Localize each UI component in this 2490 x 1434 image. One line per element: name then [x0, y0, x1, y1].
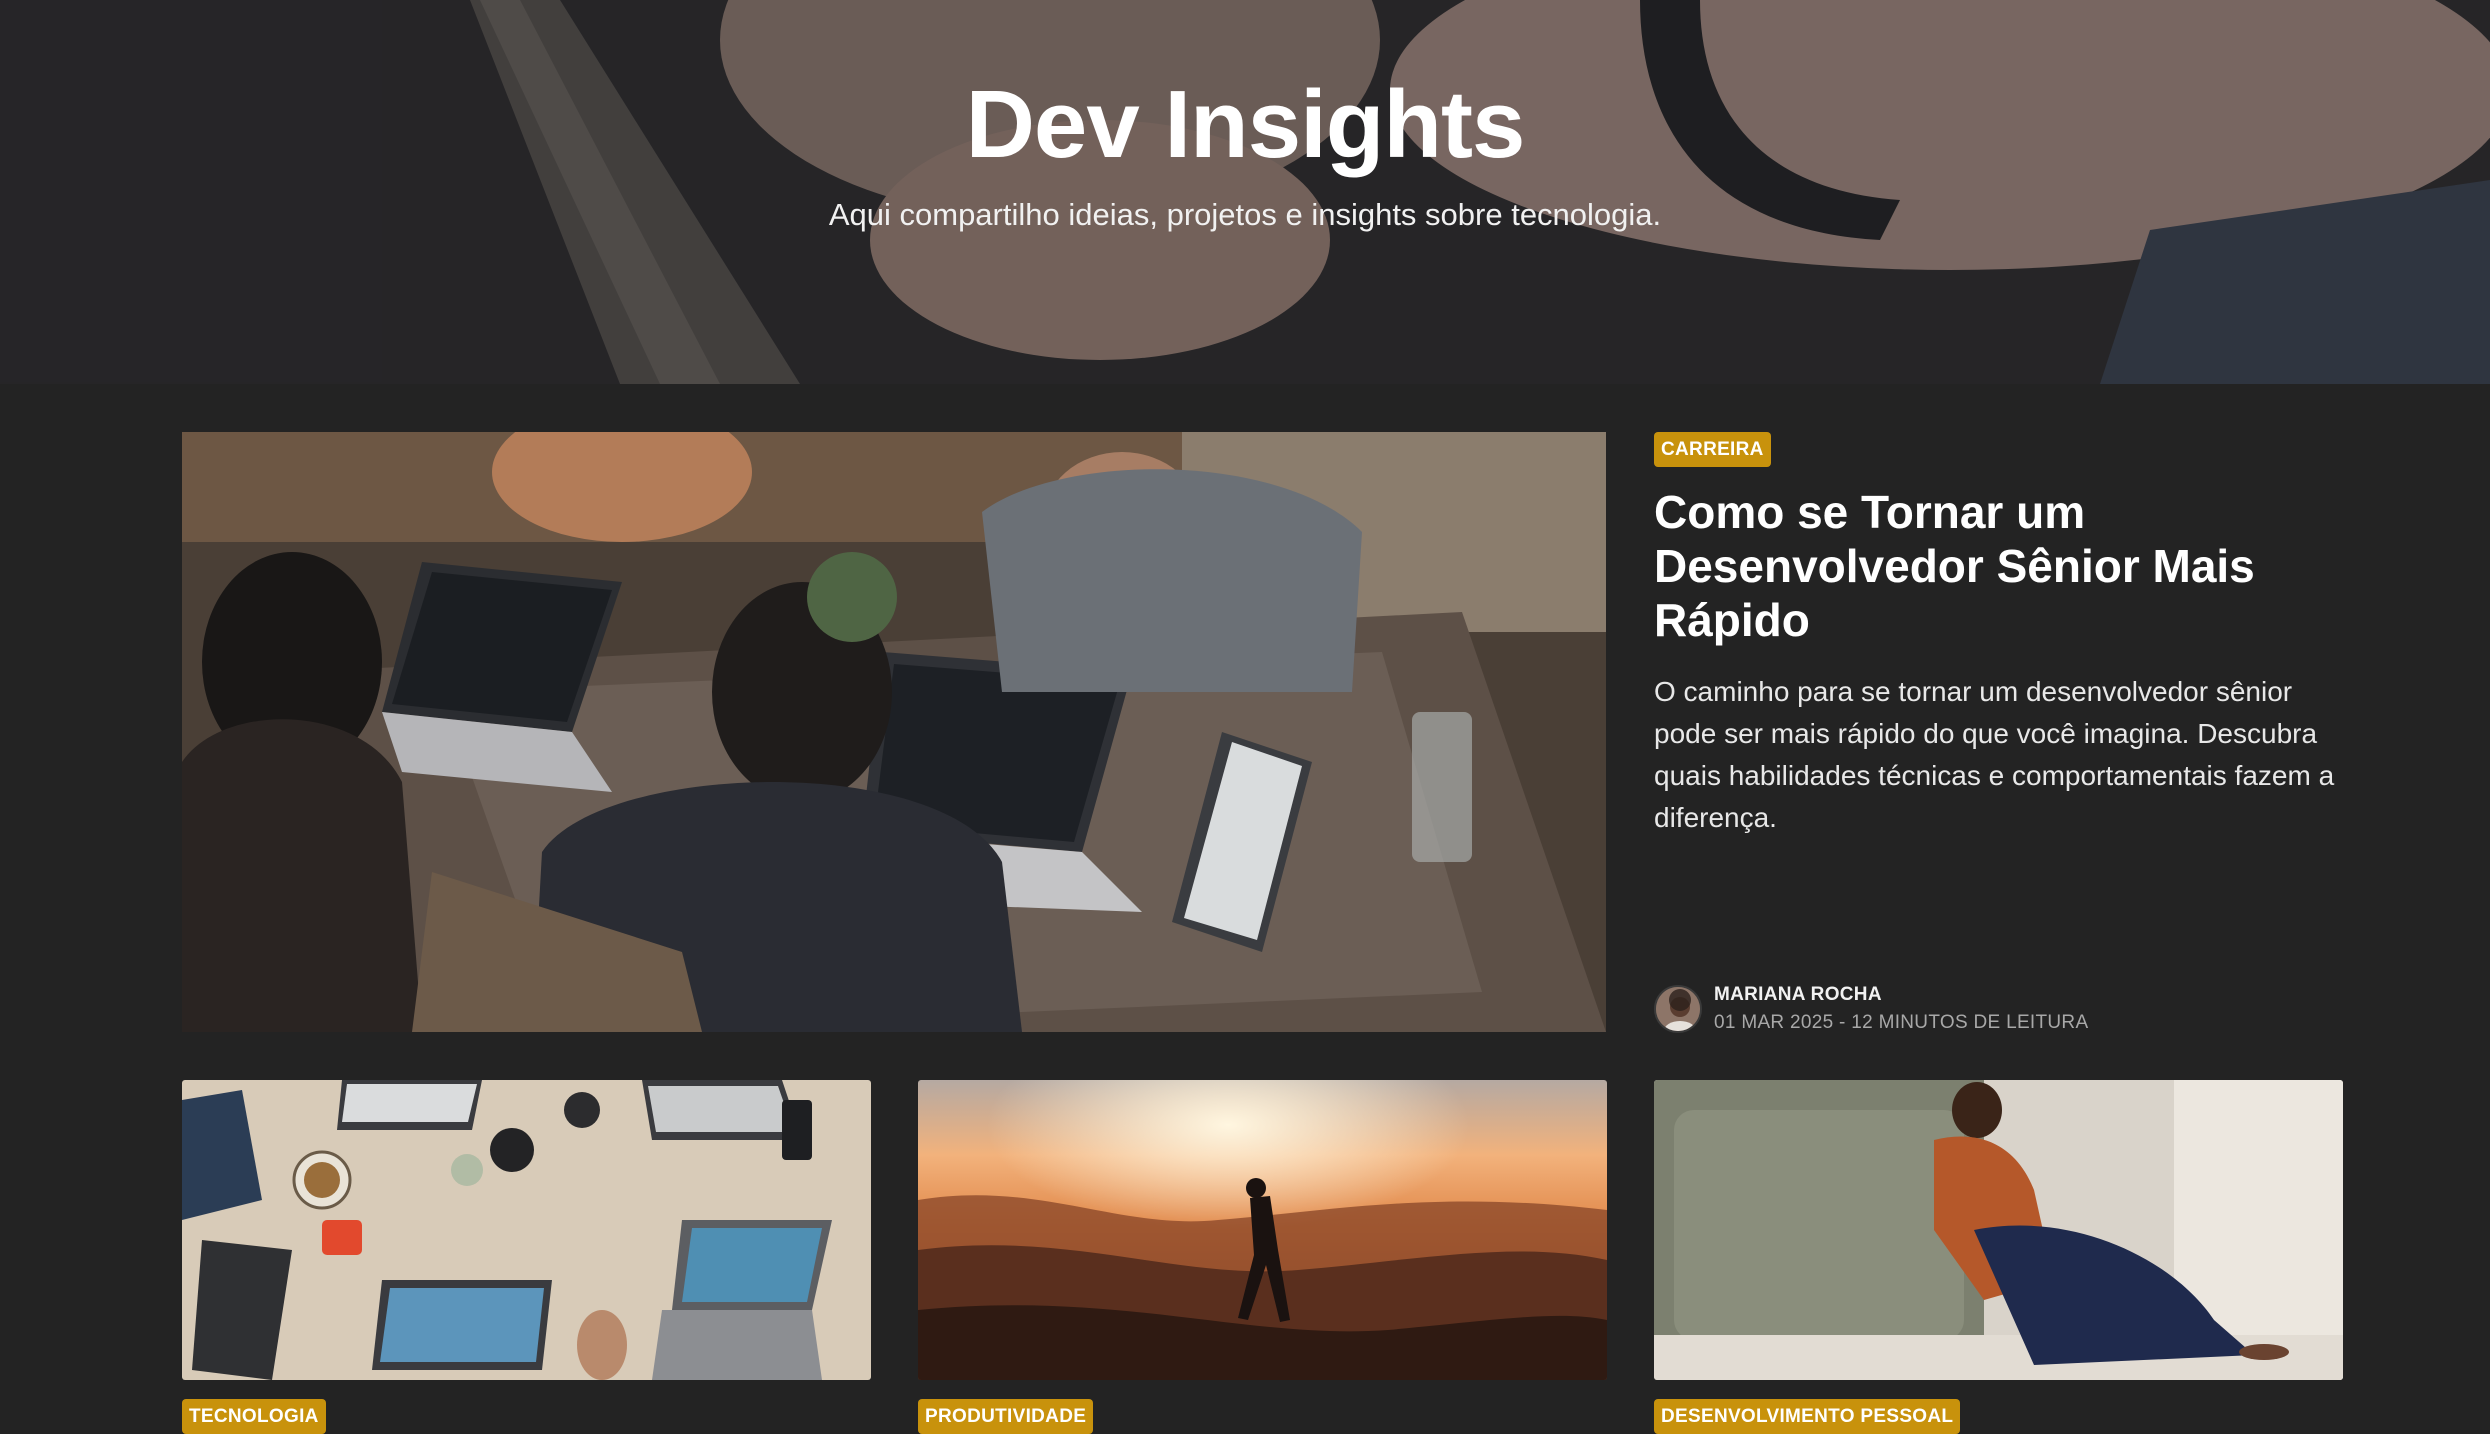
post-card-category-badge[interactable]: PRODUTIVIDADE — [918, 1399, 1094, 1434]
photo-sunset-person-silhouette — [918, 1080, 1607, 1380]
post-meta: 01 MAR 2025 - 12 MINUTOS DE LEITURA — [1714, 1012, 2089, 1033]
post-card-image[interactable] — [182, 1080, 871, 1380]
post-card[interactable]: PRODUTIVIDADE — [918, 1080, 1607, 1434]
featured-post-title[interactable]: Como se Tornar um Desenvolvedor Sênior M… — [1654, 485, 2344, 647]
hero-banner: Dev Insights Aqui compartilho ideias, pr… — [0, 0, 2490, 384]
author-info: MARIANA ROCHA 01 MAR 2025 - 12 MINUTOS D… — [1654, 984, 2088, 1034]
post-card[interactable]: TECNOLOGIA — [182, 1080, 871, 1434]
photo-desk-laptops-top-view — [182, 1080, 871, 1380]
hero-background-photo — [0, 0, 2490, 384]
post-card-image[interactable] — [1654, 1080, 2343, 1380]
featured-post: CARREIRA Como se Tornar um Desenvolvedor… — [1654, 432, 2344, 1034]
author-avatar — [1654, 985, 1702, 1033]
site-subtitle: Aqui compartilho ideias, projetos e insi… — [828, 197, 1662, 232]
author-details: MARIANA ROCHA 01 MAR 2025 - 12 MINUTOS D… — [1714, 984, 2088, 1034]
featured-photo-people-laptops — [182, 432, 1606, 1032]
post-card-image[interactable] — [918, 1080, 1607, 1380]
post-card-category-badge[interactable]: DESENVOLVIMENTO PESSOAL — [1654, 1399, 1961, 1434]
post-card-category-badge[interactable]: TECNOLOGIA — [182, 1399, 326, 1434]
featured-post-image[interactable] — [182, 432, 1606, 1032]
author-name[interactable]: MARIANA ROCHA — [1714, 984, 2088, 1006]
featured-category-badge[interactable]: CARREIRA — [1654, 432, 1771, 467]
post-card[interactable]: DESENVOLVIMENTO PESSOAL — [1654, 1080, 2343, 1434]
site-title: Dev Insights — [965, 71, 1526, 178]
featured-post-excerpt: O caminho para se tornar um desenvolvedo… — [1654, 676, 2335, 833]
photo-person-sitting-on-floor — [1654, 1080, 2343, 1380]
